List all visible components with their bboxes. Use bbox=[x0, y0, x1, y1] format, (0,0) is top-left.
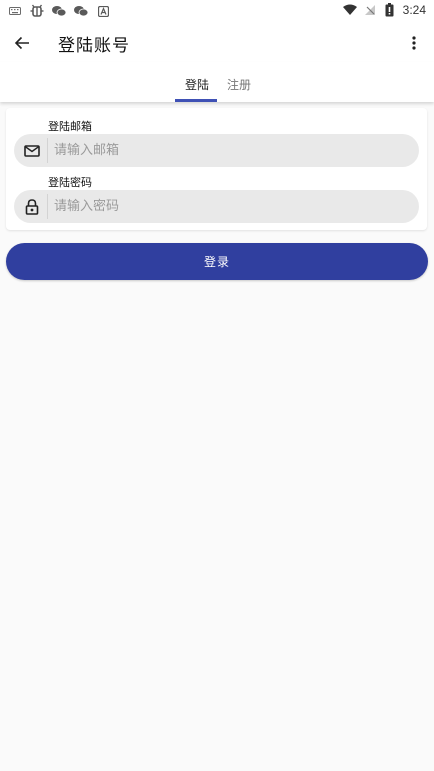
lock-icon bbox=[23, 198, 41, 216]
back-button[interactable] bbox=[8, 29, 36, 57]
more-options-button[interactable] bbox=[400, 29, 428, 57]
tab-bar: 登陆 注册 bbox=[0, 62, 434, 102]
field-divider bbox=[47, 194, 48, 219]
status-left-icons bbox=[8, 4, 110, 18]
wechat-icon bbox=[52, 4, 66, 18]
more-vert-icon bbox=[412, 36, 416, 50]
email-input[interactable] bbox=[54, 134, 404, 167]
status-right-icons: 3:24 bbox=[342, 3, 426, 17]
wifi-icon bbox=[342, 3, 357, 17]
bug-icon bbox=[30, 4, 44, 18]
tab-register[interactable]: 注册 bbox=[227, 76, 251, 93]
keyboard-icon bbox=[8, 4, 22, 18]
arrow-left-icon bbox=[14, 36, 29, 50]
wechat-icon bbox=[74, 4, 88, 18]
email-label: 登陆邮箱 bbox=[48, 120, 92, 133]
status-bar: 3:24 bbox=[0, 0, 434, 24]
login-button[interactable]: 登录 bbox=[6, 243, 428, 280]
page-title: 登陆账号 bbox=[58, 36, 130, 56]
app-toolbar: 登陆账号 bbox=[0, 24, 434, 62]
tab-indicator bbox=[175, 99, 217, 102]
tab-login[interactable]: 登陆 bbox=[185, 76, 209, 93]
status-time: 3:24 bbox=[402, 3, 426, 17]
email-field-container bbox=[14, 134, 419, 167]
password-field-container bbox=[14, 190, 419, 223]
no-sim-icon bbox=[363, 3, 377, 17]
password-label: 登陆密码 bbox=[48, 176, 92, 189]
a-badge-icon bbox=[96, 4, 110, 18]
field-divider bbox=[47, 138, 48, 163]
mail-icon bbox=[23, 142, 41, 160]
login-form-card: 登陆邮箱 登陆密码 bbox=[6, 108, 427, 230]
password-input[interactable] bbox=[54, 190, 404, 223]
battery-icon bbox=[383, 3, 397, 17]
